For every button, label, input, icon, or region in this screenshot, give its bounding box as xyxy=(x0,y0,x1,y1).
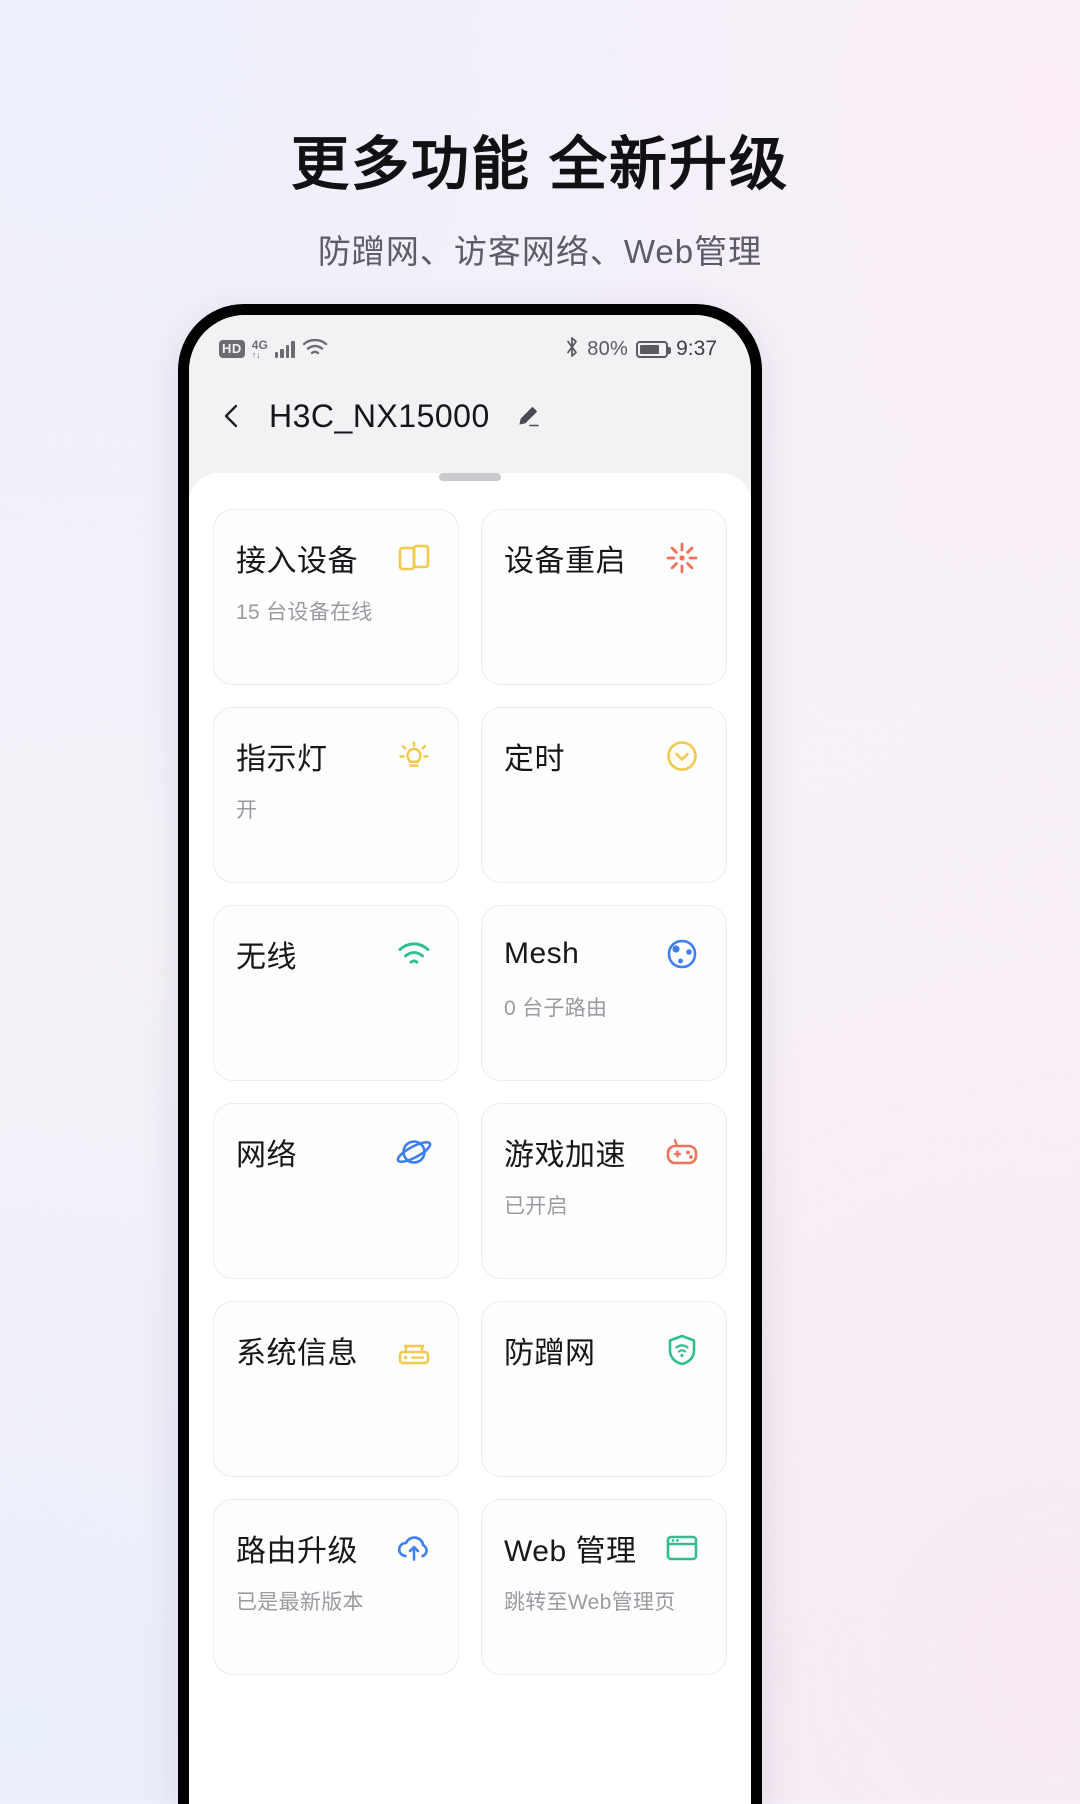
hero-section: 更多功能 全新升级 防蹭网、访客网络、Web管理 xyxy=(0,0,1080,273)
content-sheet: 接入设备 15 台设备在线 设备重启 指示灯 开 定时 无线 Mesh 0 台子… xyxy=(189,473,751,1804)
card-header: 系统信息 xyxy=(236,1328,436,1372)
browser-icon xyxy=(660,1526,704,1570)
page-title: 更多功能 全新升级 xyxy=(290,132,790,197)
card-title: 路由升级 xyxy=(236,1535,358,1568)
card-header: Web 管理 xyxy=(504,1526,704,1570)
card-network[interactable]: 网络 xyxy=(213,1103,459,1279)
signal-bars-icon xyxy=(274,340,295,358)
battery-icon xyxy=(636,340,672,358)
cloud-upload-icon xyxy=(392,1526,436,1570)
card-header: 防蹭网 xyxy=(504,1328,704,1372)
card-header: 指示灯 xyxy=(236,734,436,778)
card-subtitle: 已是最新版本 xyxy=(236,1591,364,1614)
card-title: 设备重启 xyxy=(504,545,626,578)
card-connected-devices[interactable]: 接入设备 15 台设备在线 xyxy=(213,509,459,685)
card-subtitle: 15 台设备在线 xyxy=(236,601,373,624)
card-title: 防蹭网 xyxy=(504,1337,596,1370)
card-subtitle: 跳转至Web管理页 xyxy=(504,1591,676,1614)
card-anti-freeloader[interactable]: 防蹭网 xyxy=(481,1301,727,1477)
phone-mockup: HD 4G ↑↓ 80% 9:37 H3C_NX15000 接入设备 15 台设… xyxy=(178,304,762,1804)
card-header: 设备重启 xyxy=(504,536,704,580)
card-wireless[interactable]: 无线 xyxy=(213,905,459,1081)
nav-bar: H3C_NX15000 xyxy=(189,377,751,455)
card-web-management[interactable]: Web 管理 跳转至Web管理页 xyxy=(481,1499,727,1675)
pencil-icon[interactable] xyxy=(516,404,540,428)
router-icon xyxy=(392,1328,436,1372)
mesh-icon xyxy=(660,932,704,976)
card-title: 网络 xyxy=(236,1139,297,1172)
back-chevron-icon[interactable] xyxy=(219,403,245,429)
card-game-boost[interactable]: 游戏加速 已开启 xyxy=(481,1103,727,1279)
hd-icon: HD xyxy=(219,339,245,359)
card-title: 游戏加速 xyxy=(504,1139,626,1172)
bluetooth-icon xyxy=(565,336,579,363)
page-title-device-name: H3C_NX15000 xyxy=(269,397,490,434)
status-bar: HD 4G ↑↓ 80% 9:37 xyxy=(189,315,751,377)
status-bar-right: 80% 9:37 xyxy=(565,336,717,363)
card-title: 定时 xyxy=(504,743,565,776)
feature-card-grid: 接入设备 15 台设备在线 设备重启 指示灯 开 定时 无线 Mesh 0 台子… xyxy=(213,509,727,1675)
card-title: 系统信息 xyxy=(236,1337,358,1370)
card-header: Mesh xyxy=(504,932,704,976)
network-type-icon: 4G ↑↓ xyxy=(251,337,268,360)
card-title: 指示灯 xyxy=(236,743,328,776)
phone-screen: HD 4G ↑↓ 80% 9:37 H3C_NX15000 接入设备 15 台设… xyxy=(189,315,751,1804)
clock-label: 9:37 xyxy=(676,337,717,360)
card-subtitle: 0 台子路由 xyxy=(504,997,608,1020)
battery-percent-label: 80% xyxy=(587,337,629,360)
devices-icon xyxy=(392,536,436,580)
card-subtitle: 开 xyxy=(236,799,258,822)
drag-handle[interactable] xyxy=(439,473,501,481)
card-indicator-light[interactable]: 指示灯 开 xyxy=(213,707,459,883)
card-firmware-upgrade[interactable]: 路由升级 已是最新版本 xyxy=(213,1499,459,1675)
card-header: 游戏加速 xyxy=(504,1130,704,1174)
card-device-restart[interactable]: 设备重启 xyxy=(481,509,727,685)
card-header: 接入设备 xyxy=(236,536,436,580)
wifi-icon xyxy=(392,932,436,976)
card-title: 无线 xyxy=(236,941,297,974)
timer-icon xyxy=(660,734,704,778)
card-subtitle: 已开启 xyxy=(504,1195,568,1218)
card-system-info[interactable]: 系统信息 xyxy=(213,1301,459,1477)
lightbulb-icon xyxy=(392,734,436,778)
card-header: 网络 xyxy=(236,1130,436,1174)
card-title: 接入设备 xyxy=(236,545,358,578)
card-title: Web 管理 xyxy=(504,1535,637,1568)
status-bar-left: HD 4G ↑↓ xyxy=(219,337,328,362)
card-mesh[interactable]: Mesh 0 台子路由 xyxy=(481,905,727,1081)
card-header: 无线 xyxy=(236,932,436,976)
globe-icon xyxy=(392,1130,436,1174)
card-title: Mesh xyxy=(504,937,580,970)
page-subtitle: 防蹭网、访客网络、Web管理 xyxy=(317,232,763,270)
shield-icon xyxy=(660,1328,704,1372)
wifi-icon xyxy=(302,337,328,362)
card-schedule[interactable]: 定时 xyxy=(481,707,727,883)
gamepad-icon xyxy=(660,1130,704,1174)
card-header: 定时 xyxy=(504,734,704,778)
restart-icon xyxy=(660,536,704,580)
card-header: 路由升级 xyxy=(236,1526,436,1570)
